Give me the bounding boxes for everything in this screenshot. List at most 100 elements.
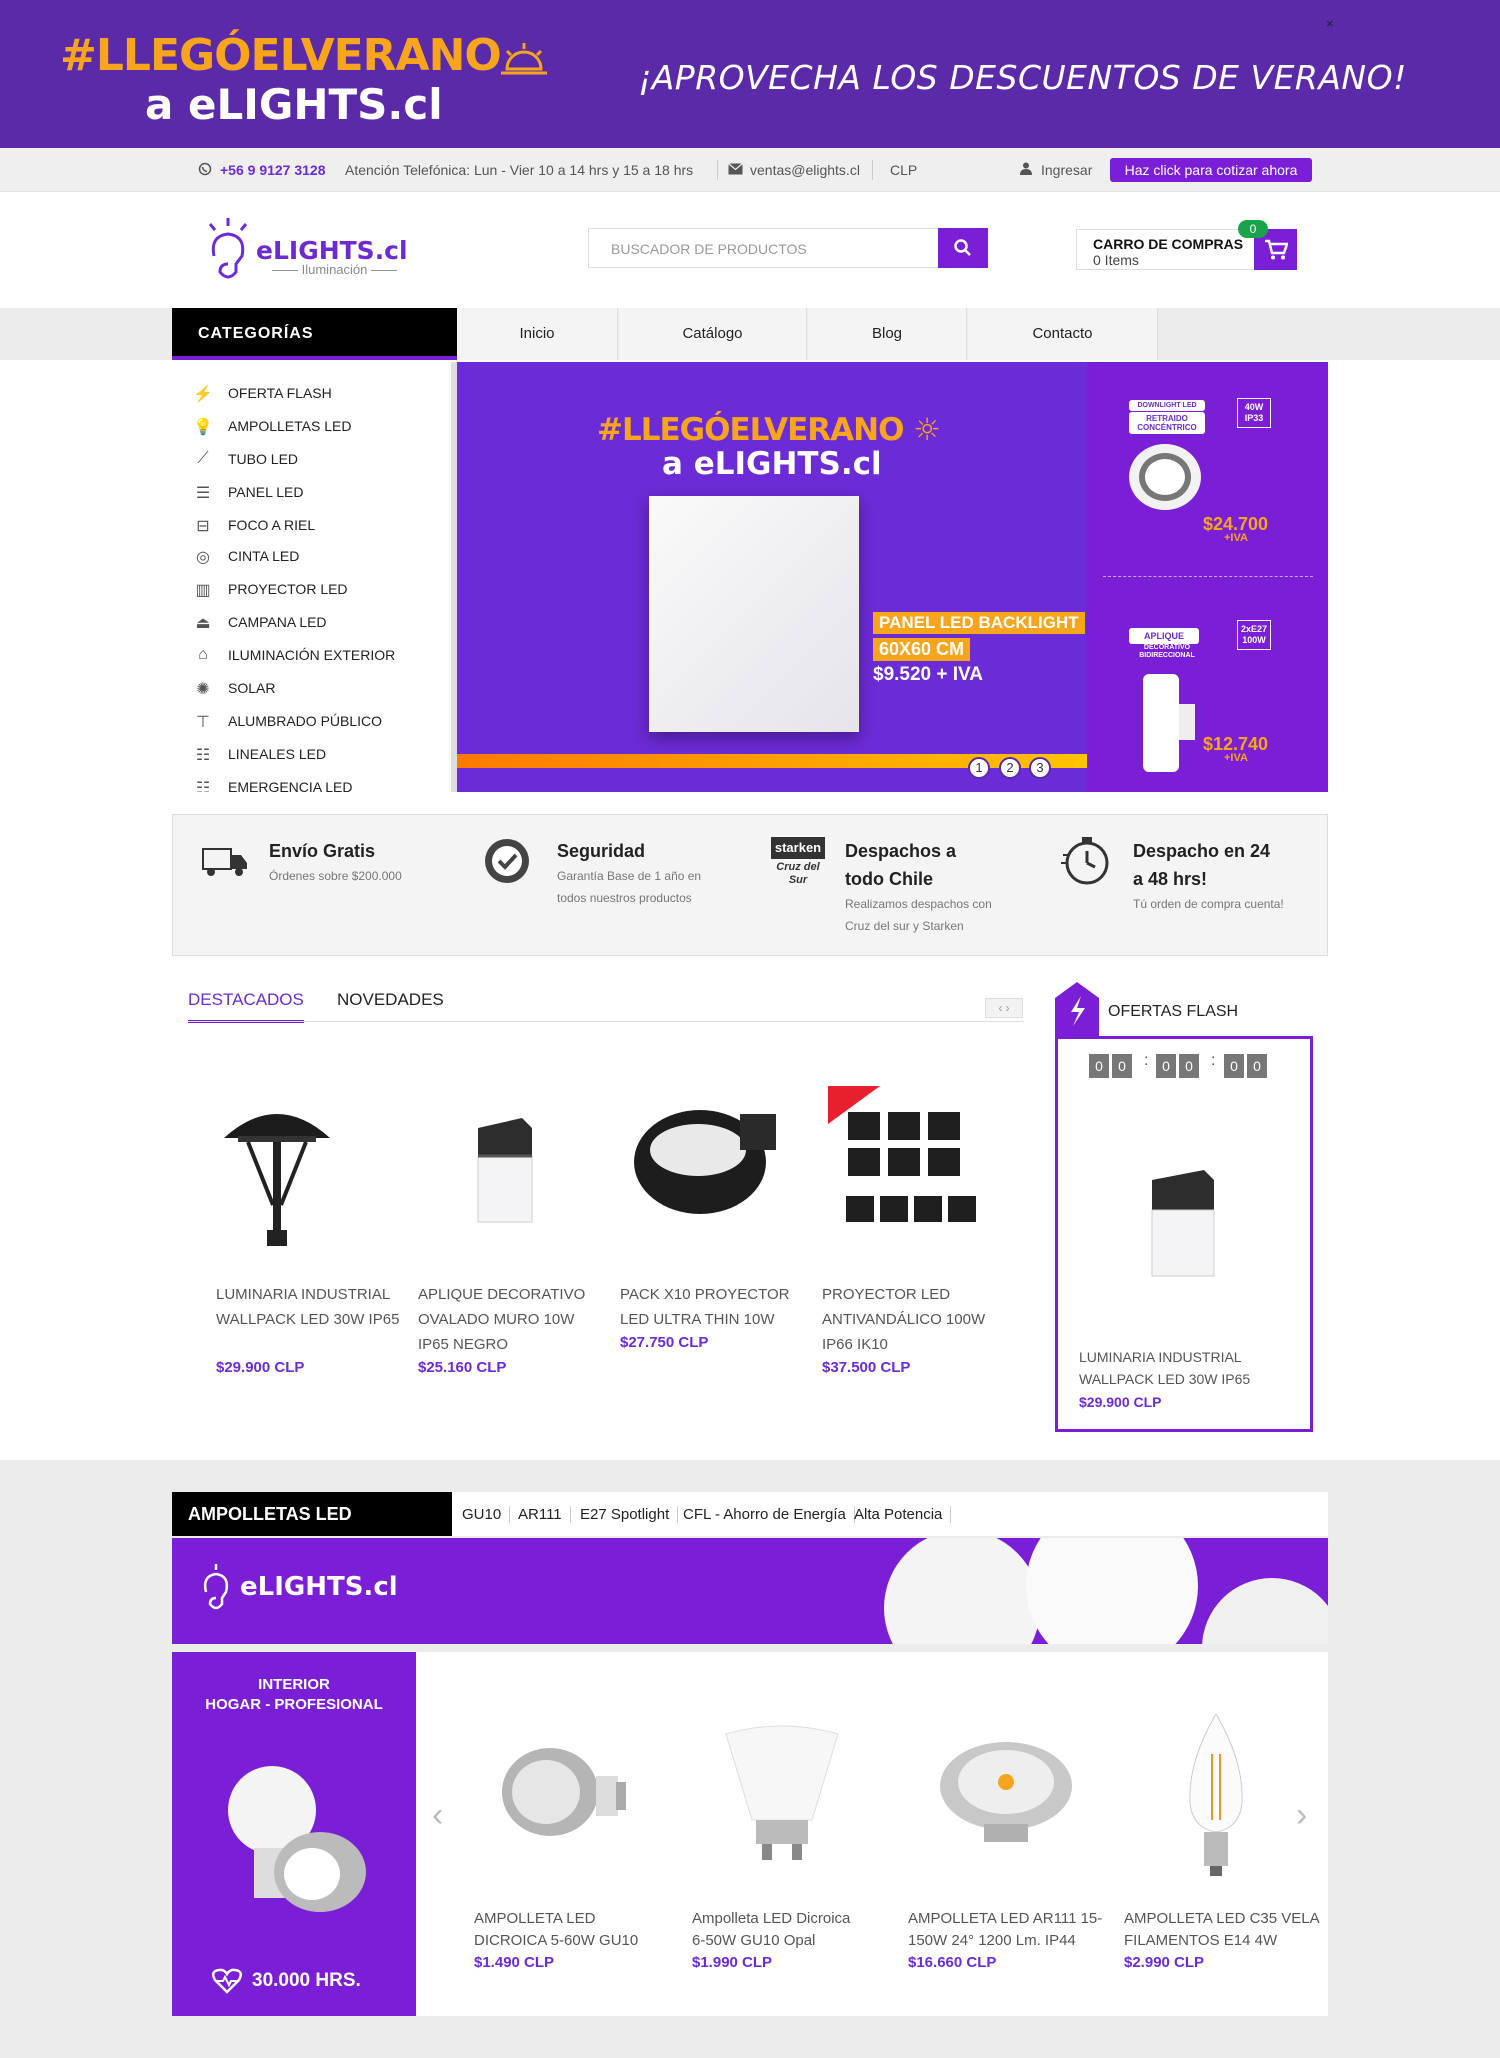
product-image[interactable] — [628, 1100, 788, 1220]
countdown-digit: 0 — [1089, 1054, 1109, 1078]
product-price: $29.900 CLP — [216, 1359, 305, 1376]
product-image[interactable] — [722, 1724, 842, 1864]
search-input[interactable]: BUSCADOR DE PRODUCTOS — [588, 228, 939, 268]
category-item[interactable]: CINTA LED — [228, 548, 299, 564]
tab-e27-spotlight[interactable]: E27 Spotlight — [580, 1506, 679, 1523]
category-item[interactable]: PANEL LED — [228, 484, 303, 500]
tab-gu10[interactable]: GU10 — [462, 1506, 511, 1523]
tab-destacados[interactable]: DESTACADOS — [188, 990, 304, 1023]
highbay-icon: ⏏ — [195, 615, 211, 632]
tab-ar111[interactable]: AR111 — [518, 1506, 571, 1523]
ampolletas-side-banner[interactable]: INTERIOR HOGAR - PROFESIONAL 30.000 HRS. — [172, 1652, 416, 2016]
promo-badge-top: DOWNLIGHT LED — [1129, 400, 1205, 411]
nav-item-contacto[interactable]: Contacto — [968, 308, 1158, 360]
product-image[interactable] — [936, 1736, 1076, 1848]
quote-button[interactable]: Haz click para cotizar ahora — [1110, 158, 1312, 182]
lantern-icon: ⌂ — [198, 646, 208, 663]
logo-bulb-icon[interactable] — [200, 216, 256, 282]
category-item[interactable]: FOCO A RIEL — [228, 517, 315, 533]
feature-desc: Órdenes sobre $200.000 — [269, 869, 402, 883]
tab-cfl[interactable]: CFL - Ahorro de Energía — [683, 1506, 855, 1523]
floodlight-icon: ▥ — [195, 582, 211, 599]
currency-selector[interactable]: CLP — [890, 162, 917, 178]
category-item[interactable]: SOLAR — [228, 680, 275, 696]
logo-subtitle: —— Iluminación —— — [272, 262, 398, 277]
phone-link[interactable]: +56 9 9127 3128 — [220, 162, 326, 178]
categories-heading[interactable]: CATEGORÍAS — [172, 308, 457, 360]
feature-desc: Tú orden de compra cuenta! — [1133, 897, 1284, 911]
side-promo[interactable]: DOWNLIGHT LED RETRAIDO CONCÉNTRICO 40W I… — [1087, 362, 1328, 792]
flash-product-name[interactable]: LUMINARIA INDUSTRIAL WALLPACK LED 30W IP… — [1079, 1346, 1279, 1390]
tube-icon: ⟋ — [197, 450, 209, 467]
nav-item-inicio[interactable]: Inicio — [457, 308, 618, 360]
sun-icon — [500, 43, 547, 75]
bulb-icon: 💡 — [193, 419, 213, 436]
category-item[interactable]: OFERTA FLASH — [228, 385, 332, 401]
tab-alta-potencia[interactable]: Alta Potencia — [854, 1506, 952, 1523]
tab-novedades[interactable]: NOVEDADES — [337, 990, 444, 1010]
product-price: $37.500 CLP — [822, 1359, 911, 1376]
side-title: INTERIOR — [258, 1676, 330, 1693]
product-price: $2.990 CLP — [1124, 1954, 1205, 1971]
nav-item-catalogo[interactable]: Catálogo — [619, 308, 807, 360]
category-item[interactable]: CAMPANA LED — [228, 614, 327, 630]
email-link[interactable]: ventas@elights.cl — [750, 162, 860, 178]
promo-hashtag: #LLEGÓELVERANO — [60, 30, 547, 81]
logo-text[interactable]: eLIGHTS.cl — [256, 236, 408, 265]
slider-dot-3[interactable]: 3 — [1029, 757, 1051, 779]
emergency-icon: ☷ — [195, 780, 211, 792]
hero-slider[interactable]: #LLEGÓELVERANO ☼ a eLIGHTS.cl PANEL LED … — [457, 362, 1087, 792]
product-name[interactable]: AMPOLLETA LED DICROICA 5-60W GU10 — [474, 1908, 644, 1952]
product-image[interactable] — [1186, 1710, 1246, 1880]
sun-icon: ✺ — [196, 681, 210, 698]
product-name[interactable]: AMPOLLETA LED AR111 15-150W 24° 1200 Lm.… — [908, 1908, 1108, 1952]
promo-badge: RETRAIDO CONCÉNTRICO — [1129, 412, 1205, 434]
promo-banner[interactable]: #LLEGÓELVERANO a eLIGHTS.cl ¡APROVECHA L… — [0, 0, 1500, 148]
divider — [872, 160, 873, 180]
chevron-right-icon[interactable]: › — [1296, 1796, 1307, 1835]
product-name[interactable]: Ampolleta LED Dicroica 6-50W GU10 Opal — [692, 1908, 862, 1952]
product-name[interactable]: LUMINARIA INDUSTRIAL WALLPACK LED 30W IP… — [216, 1282, 406, 1332]
chevron-left-icon[interactable]: ‹ — [432, 1796, 443, 1835]
feature-desc: Realizamos despachos con Cruz del sur y … — [845, 897, 992, 933]
tab-divider — [188, 1021, 1024, 1022]
banner-logo: eLIGHTS.cl — [240, 1572, 398, 1602]
product-name[interactable]: APLIQUE DECORATIVO OVALADO MURO 10W IP65… — [418, 1282, 608, 1357]
flash-product-image[interactable] — [1144, 1162, 1224, 1282]
product-image[interactable] — [500, 1740, 630, 1840]
ampolletas-banner[interactable]: eLIGHTS.cl — [172, 1538, 1328, 1644]
category-item[interactable]: EMERGENCIA LED — [228, 779, 352, 792]
feature-title: Despacho en 24 a 48 hrs! — [1133, 841, 1271, 889]
product-name[interactable]: PACK x10 PROYECTOR LED ULTRA THIN 10W — [620, 1282, 810, 1332]
promo-spec: 40W IP33 — [1237, 398, 1271, 428]
ampolletas-heading[interactable]: AMPOLLETAS LED — [172, 1492, 452, 1536]
product-image[interactable] — [218, 1090, 336, 1250]
logo-bulb-icon — [203, 1564, 229, 1610]
category-item[interactable]: TUBO LED — [228, 451, 298, 467]
promo-iva: +IVA — [1224, 752, 1248, 764]
promo-spec: 2xE27 100W — [1237, 620, 1271, 650]
led-panel-image — [649, 496, 859, 732]
category-item[interactable]: AMPOLLETAS LED — [228, 418, 351, 434]
category-item[interactable]: PROYECTOR LED — [228, 581, 348, 597]
product-name[interactable]: PROYECTOR LED ANTIVANDÁLICO 100W IP66 IK… — [822, 1282, 1012, 1357]
nav-item-blog[interactable]: Blog — [808, 308, 967, 360]
hero-product-size: 60X60 CM — [873, 638, 971, 661]
hero-product-price: $9.520 + IVA — [873, 664, 984, 685]
category-item[interactable]: LINEALES LED — [228, 746, 326, 762]
search-button[interactable] — [938, 228, 988, 268]
carousel-arrows[interactable]: ‹ › — [985, 998, 1023, 1018]
category-item[interactable]: ALUMBRADO PÚBLICO — [228, 713, 382, 729]
category-item[interactable]: ILUMINACIÓN EXTERIOR — [228, 647, 395, 663]
side-subtitle: HOGAR - PROFESIONAL — [205, 1696, 383, 1713]
hero-accent-bar — [457, 754, 1087, 768]
product-image[interactable] — [470, 1110, 540, 1230]
slider-dot-1[interactable]: 1 — [968, 757, 990, 779]
category-list[interactable]: ⚡ OFERTA FLASH 💡 AMPOLLETAS LED ⟋ TUBO L… — [172, 362, 457, 792]
product-name[interactable]: AMPOLLETA LED C35 VELA FILAMENTOS E14 4W — [1124, 1908, 1324, 1952]
product-image[interactable] — [828, 1086, 988, 1236]
login-link[interactable]: Ingresar — [1041, 162, 1092, 178]
slider-dot-2[interactable]: 2 — [999, 757, 1021, 779]
cart-title: CARRO DE COMPRAS — [1093, 236, 1244, 252]
close-icon[interactable]: × — [1326, 16, 1334, 31]
